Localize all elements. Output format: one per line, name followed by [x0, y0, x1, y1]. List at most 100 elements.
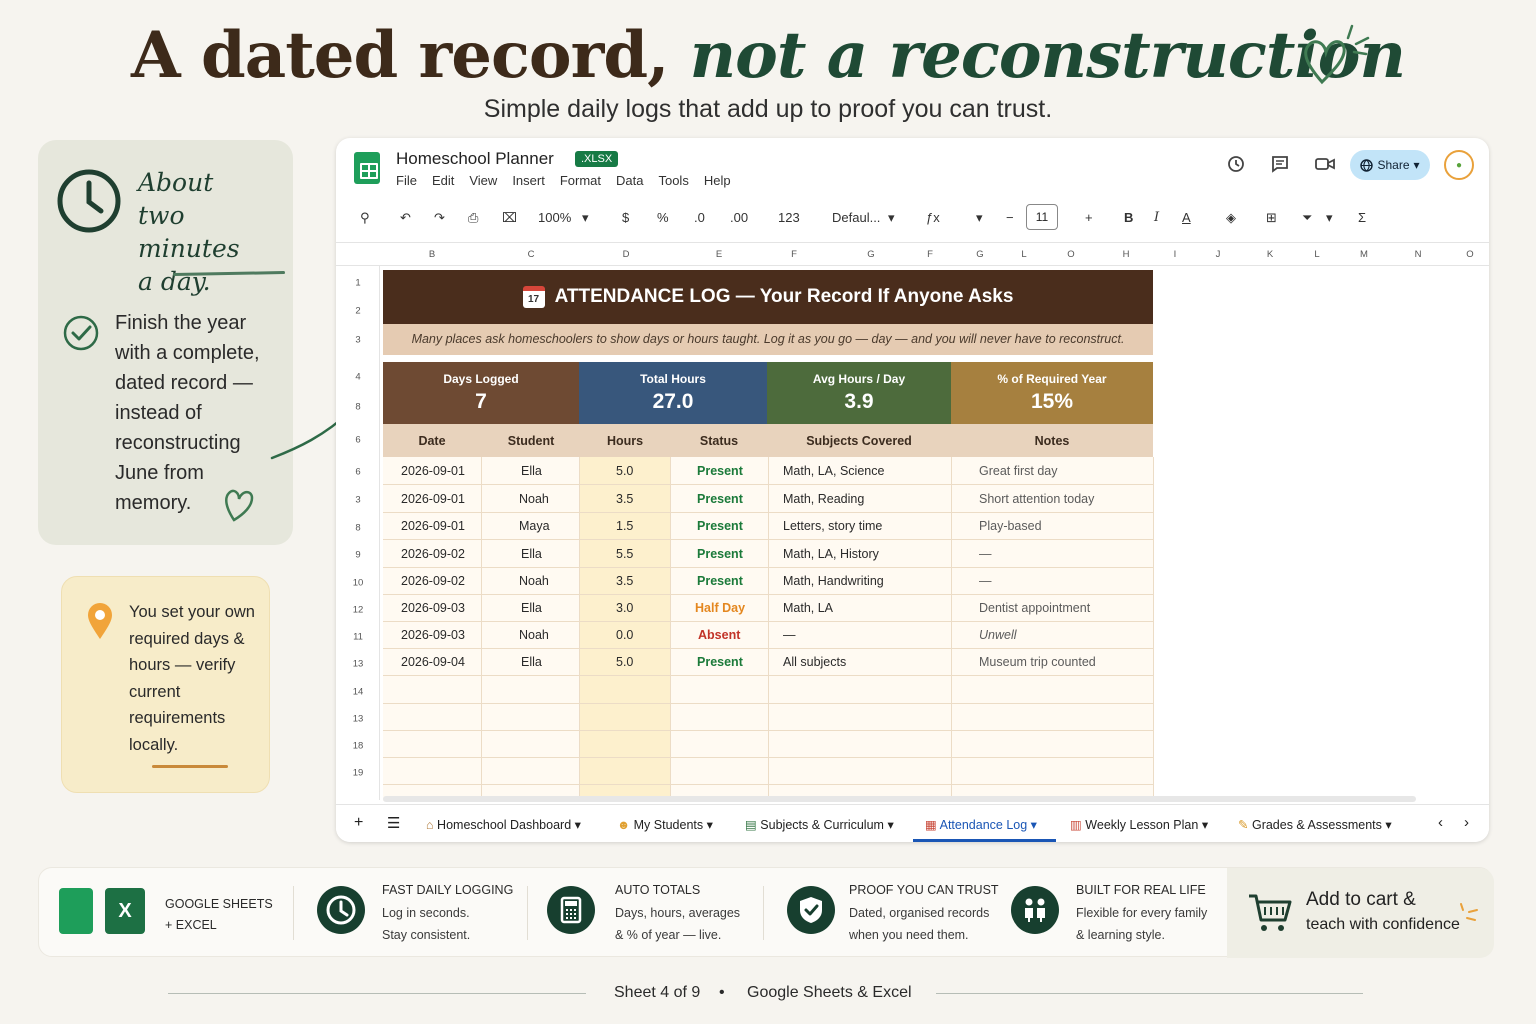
font-size-input[interactable]: 11	[1026, 204, 1058, 230]
cell-student[interactable]: Ella	[521, 547, 542, 561]
cell-hours[interactable]: 0.0	[616, 628, 633, 642]
cell-hours[interactable]: 1.5	[616, 519, 633, 533]
cell-hours[interactable]: 5.5	[616, 547, 633, 561]
paint-format-icon[interactable]: ⌧	[502, 210, 517, 226]
cell-notes[interactable]: Short attention today	[979, 492, 1094, 506]
tab-homeschool-dashboard[interactable]: ⌂ Homeschool Dashboard ▾	[426, 817, 581, 832]
cell-date[interactable]: 2026-09-04	[401, 655, 465, 669]
attendance-subbanner[interactable]: Many places ask homeschoolers to show da…	[383, 324, 1153, 355]
comment-icon[interactable]	[1270, 154, 1290, 174]
cell-status[interactable]: Half Day	[695, 601, 745, 615]
chevron-down-icon[interactable]: ▾	[976, 210, 983, 226]
cell-date[interactable]: 2026-09-02	[401, 574, 465, 588]
tab-subjects-curriculum[interactable]: ▤ Subjects & Curriculum ▾	[745, 817, 894, 832]
column-header[interactable]: I	[1174, 249, 1177, 260]
add-sheet-icon[interactable]: +	[354, 814, 363, 832]
row-header[interactable]: 6	[336, 467, 380, 478]
column-header[interactable]: B	[429, 249, 435, 260]
cell-status[interactable]: Present	[697, 655, 743, 669]
row-header[interactable]: 1	[336, 278, 380, 289]
cell-date[interactable]: 2026-09-01	[401, 492, 465, 506]
column-header[interactable]: D	[623, 249, 630, 260]
history-icon[interactable]	[1226, 154, 1246, 174]
cell-student[interactable]: Maya	[519, 519, 550, 533]
row-header[interactable]: 3	[336, 495, 380, 506]
number-format-button[interactable]: 123	[778, 210, 800, 225]
tab-my-students[interactable]: ☻ My Students ▾	[617, 817, 713, 832]
increase-decimal-button[interactable]: .00	[730, 210, 748, 225]
menu-insert[interactable]: Insert	[512, 173, 545, 188]
header-student[interactable]: Student	[508, 434, 555, 448]
bold-icon[interactable]: B	[1124, 210, 1133, 225]
cell-notes[interactable]: Museum trip counted	[979, 655, 1096, 669]
row-header[interactable]: 19	[336, 768, 380, 779]
cell-subjects[interactable]: Math, LA	[783, 601, 833, 615]
tab-grades-assessments[interactable]: ✎ Grades & Assessments ▾	[1238, 817, 1392, 832]
menu-file[interactable]: File	[396, 173, 417, 188]
cell-hours[interactable]: 3.0	[616, 601, 633, 615]
cell-subjects[interactable]: —	[783, 628, 796, 642]
increase-font-size-icon[interactable]: +	[1085, 210, 1093, 225]
cell-hours[interactable]: 5.0	[616, 655, 633, 669]
cell-date[interactable]: 2026-09-01	[401, 519, 465, 533]
cell-status[interactable]: Absent	[698, 628, 740, 642]
header-subjects[interactable]: Subjects Covered	[806, 434, 912, 448]
tab-attendance-log[interactable]: ▦ Attendance Log ▾	[925, 817, 1037, 832]
row-header[interactable]: 2	[336, 306, 380, 317]
row-header[interactable]: 13	[336, 714, 380, 725]
scroll-right-icon[interactable]: ›	[1464, 814, 1469, 831]
cell-student[interactable]: Noah	[519, 574, 549, 588]
decrease-font-size-icon[interactable]: −	[1006, 210, 1014, 225]
cell-status[interactable]: Present	[697, 547, 743, 561]
header-notes[interactable]: Notes	[1035, 434, 1070, 448]
search-icon[interactable]: ⚲	[360, 210, 370, 226]
filter-icon[interactable]: ⏷	[1302, 210, 1312, 226]
cell-date[interactable]: 2026-09-03	[401, 601, 465, 615]
column-header[interactable]: M	[1360, 249, 1368, 260]
cell-notes[interactable]: Great first day	[979, 464, 1058, 478]
column-header[interactable]: H	[1123, 249, 1130, 260]
menu-edit[interactable]: Edit	[432, 173, 454, 188]
cell-subjects[interactable]: Math, Handwriting	[783, 574, 884, 588]
cell-status[interactable]: Present	[697, 492, 743, 506]
redo-icon[interactable]: ↷	[434, 210, 445, 226]
print-icon[interactable]: ⎙	[468, 210, 478, 226]
column-header[interactable]: C	[528, 249, 535, 260]
sum-icon[interactable]: Σ	[1358, 210, 1366, 225]
cell-subjects[interactable]: Math, Reading	[783, 492, 864, 506]
cell-subjects[interactable]: Letters, story time	[783, 519, 882, 533]
cell-notes[interactable]: —	[979, 547, 992, 561]
cell-status[interactable]: Present	[697, 574, 743, 588]
cell-student[interactable]: Ella	[521, 464, 542, 478]
stat-days-logged[interactable]: Days Logged 7	[383, 362, 579, 424]
currency-format-button[interactable]: $	[622, 210, 629, 225]
video-call-icon[interactable]	[1314, 154, 1336, 174]
tab-weekly-lesson-plan[interactable]: ▥ Weekly Lesson Plan ▾	[1070, 817, 1208, 832]
column-header[interactable]: E	[716, 249, 722, 260]
function-icon[interactable]: ƒx	[926, 210, 940, 225]
row-header[interactable]: 3	[336, 335, 380, 346]
menu-data[interactable]: Data	[616, 173, 643, 188]
column-header[interactable]: L	[1314, 249, 1319, 260]
column-header[interactable]: F	[791, 249, 797, 260]
row-header[interactable]: 6	[336, 435, 380, 446]
cell-subjects[interactable]: Math, LA, History	[783, 547, 879, 561]
row-header[interactable]: 12	[336, 605, 380, 616]
stat-avg-hours[interactable]: Avg Hours / Day 3.9	[767, 362, 951, 424]
cell-student[interactable]: Ella	[521, 601, 542, 615]
cell-notes[interactable]: —	[979, 574, 992, 588]
menu-tools[interactable]: Tools	[658, 173, 688, 188]
row-header[interactable]: 4	[336, 372, 380, 383]
cell-notes[interactable]: Dentist appointment	[979, 601, 1090, 615]
chevron-down-icon[interactable]: ▾	[888, 210, 895, 226]
row-header[interactable]: 9	[336, 550, 380, 561]
column-header[interactable]: G	[976, 249, 983, 260]
zoom-select[interactable]: 100%	[538, 210, 571, 225]
column-header[interactable]: O	[1067, 249, 1074, 260]
column-header[interactable]: G	[867, 249, 874, 260]
cell-notes[interactable]: Play-based	[979, 519, 1042, 533]
italic-icon[interactable]: I	[1154, 210, 1159, 225]
borders-icon[interactable]: ⊞	[1266, 210, 1277, 226]
chevron-down-icon[interactable]: ▾	[1326, 210, 1333, 226]
stat-total-hours[interactable]: Total Hours 27.0	[579, 362, 767, 424]
